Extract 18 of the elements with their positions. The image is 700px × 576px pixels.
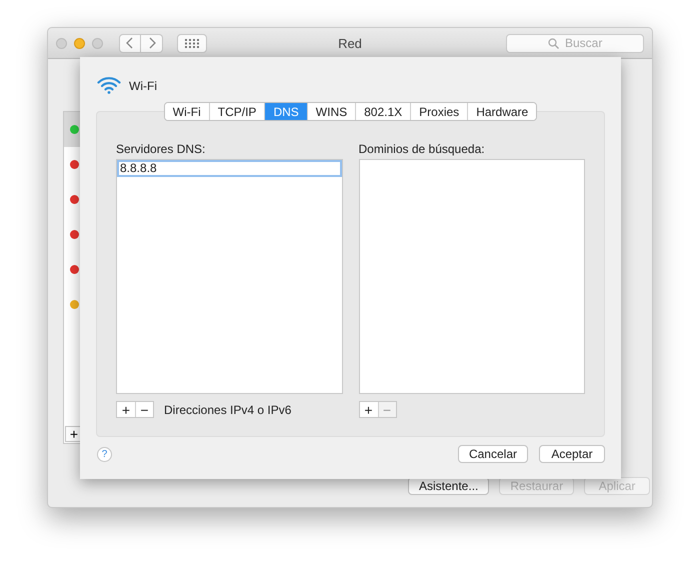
list-label: Dominios de búsqueda:	[358, 142, 486, 158]
window-title: Red	[337, 36, 363, 50]
sheet-title: Wi-Fi	[129, 79, 157, 93]
back-button[interactable]	[119, 34, 141, 52]
dialog-button[interactable]: Aceptar	[539, 445, 605, 463]
list-entry[interactable]: 8.8.8.8	[117, 160, 342, 177]
grid-button[interactable]	[177, 34, 207, 52]
forward-button[interactable]	[141, 34, 163, 52]
dialog-button[interactable]: Cancelar	[458, 445, 528, 463]
grid-icon	[184, 38, 200, 48]
chevron-right-icon	[148, 37, 156, 49]
chevron-left-icon	[126, 37, 134, 49]
list-label: Servidores DNS:	[116, 142, 206, 158]
search-field[interactable]: Buscar	[506, 34, 644, 52]
wifi-icon	[97, 76, 121, 96]
hint-text: Direcciones IPv4 o IPv6	[164, 402, 292, 416]
tab[interactable]: Wi-Fi	[164, 103, 210, 120]
minimize-button[interactable]	[74, 38, 85, 48]
